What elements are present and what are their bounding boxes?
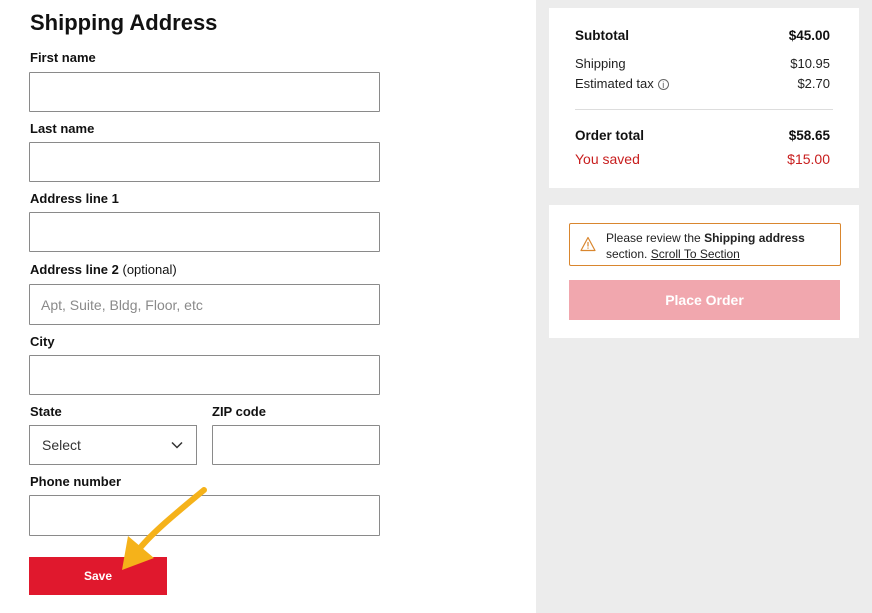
- shipping-form-panel: Shipping Address First name Last name Ad…: [0, 0, 536, 613]
- last-name-field[interactable]: [29, 142, 380, 182]
- order-total-label: Order total: [575, 128, 645, 143]
- place-order-card: Please review the Shipping address secti…: [549, 205, 859, 338]
- city-label: City: [30, 334, 55, 349]
- state-select-value: Select: [42, 437, 81, 453]
- shipping-cost-label: Shipping: [575, 56, 626, 71]
- order-total-value: $58.65: [788, 128, 830, 143]
- tax-label: Estimated tax: [575, 76, 654, 91]
- city-field[interactable]: [29, 355, 380, 395]
- info-icon[interactable]: i: [657, 79, 669, 91]
- first-name-label: First name: [30, 50, 96, 65]
- shipping-cost-row: Shipping $10.95: [575, 56, 830, 71]
- tax-row: Estimated tax i $2.70: [575, 76, 830, 91]
- saved-value: $15.00: [787, 151, 830, 167]
- place-order-button[interactable]: Place Order: [569, 280, 840, 320]
- address2-optional-text: (optional): [122, 262, 177, 277]
- review-notice-text: Please review the Shipping address secti…: [606, 230, 832, 262]
- shipping-cost-value: $10.95: [790, 56, 830, 71]
- notice-text-before: Please review the: [606, 231, 701, 245]
- state-select[interactable]: Select: [29, 425, 197, 465]
- zip-field[interactable]: [212, 425, 380, 465]
- state-label: State: [30, 404, 62, 419]
- address2-label-text: Address line 2: [30, 262, 119, 277]
- saved-label: You saved: [575, 151, 640, 167]
- address1-label: Address line 1: [30, 191, 119, 206]
- tax-label-group: Estimated tax i: [575, 76, 669, 91]
- scroll-to-section-link[interactable]: Scroll To Section: [651, 247, 740, 261]
- subtotal-value: $45.00: [788, 28, 830, 43]
- subtotal-row: Subtotal $45.00: [575, 28, 830, 43]
- review-notice: Please review the Shipping address secti…: [569, 223, 841, 266]
- order-summary-card: Subtotal $45.00 Shipping $10.95 Estimate…: [549, 8, 859, 188]
- address2-field[interactable]: [29, 284, 380, 325]
- saved-row: You saved $15.00: [575, 151, 830, 167]
- warning-icon: [580, 236, 596, 252]
- order-total-row: Order total $58.65: [575, 128, 830, 143]
- notice-text-after: section.: [606, 247, 648, 261]
- first-name-field[interactable]: [29, 72, 380, 112]
- subtotal-label: Subtotal: [575, 28, 629, 43]
- summary-divider: [575, 109, 833, 110]
- notice-text-bold: Shipping address: [704, 231, 805, 245]
- zip-label: ZIP code: [212, 404, 266, 419]
- page-title: Shipping Address: [30, 10, 218, 35]
- chevron-down-icon: [171, 441, 183, 449]
- address2-label: Address line 2 (optional): [30, 262, 177, 277]
- tax-value: $2.70: [797, 76, 830, 91]
- address1-field[interactable]: [29, 212, 380, 252]
- last-name-label: Last name: [30, 121, 95, 136]
- arrow-pointer-icon: [122, 487, 207, 570]
